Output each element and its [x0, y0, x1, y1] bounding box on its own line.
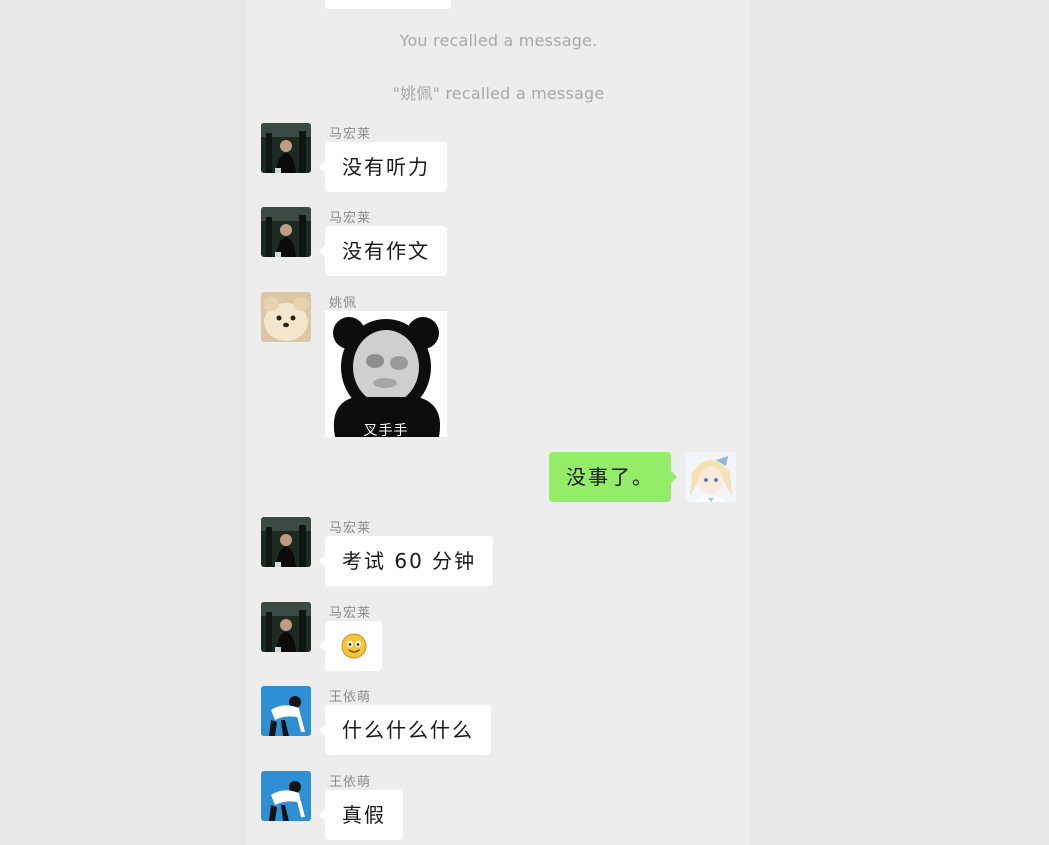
message-text: 没有作文 [342, 239, 430, 263]
message-text: 什么什么什么 [342, 718, 474, 742]
sender-name: 马宏莱 [329, 127, 372, 142]
avatar-wang-yi-meng[interactable] [261, 686, 311, 736]
sticker-image[interactable]: 叉手手 [325, 311, 447, 437]
message-text: 没事了。 [566, 465, 654, 489]
message-bubble[interactable]: 什么什么什么 [319, 705, 491, 755]
avatar-ma-hong-lai[interactable] [261, 123, 311, 173]
sender-name: 马宏莱 [329, 211, 372, 226]
panda-sticker-graphic [325, 311, 447, 437]
avatar-ma-hong-lai[interactable] [261, 602, 311, 652]
avatar-image [261, 686, 311, 736]
avatar-self[interactable] [686, 452, 736, 502]
smile-emoji-icon [341, 633, 367, 659]
recall-notice-self: You recalled a message. [399, 31, 598, 50]
avatar-yao-pei[interactable] [261, 292, 311, 342]
avatar-image [261, 517, 311, 567]
message-bubble-partial[interactable] [325, 0, 451, 9]
message-bubble[interactable]: 考试 60 分钟 [318, 536, 494, 586]
message-bubble[interactable] [319, 621, 382, 671]
avatar-image [261, 292, 311, 342]
avatar-image [261, 602, 311, 652]
avatar-image [261, 123, 311, 173]
sender-name: 姚佩 [329, 296, 358, 311]
avatar-image [261, 771, 311, 821]
message-bubble[interactable]: 没有听力 [319, 142, 447, 192]
message-text: 真假 [342, 803, 386, 827]
avatar-ma-hong-lai[interactable] [261, 517, 311, 567]
avatar-wang-yi-meng[interactable] [261, 771, 311, 821]
message-text: 考试 60 分钟 [342, 549, 477, 573]
sender-name: 马宏莱 [329, 521, 372, 536]
avatar-ma-hong-lai[interactable] [261, 207, 311, 257]
sender-name: 王依萌 [329, 775, 372, 790]
avatar-image [686, 452, 736, 502]
message-bubble[interactable]: 没有作文 [319, 226, 447, 276]
chat-panel[interactable]: You recalled a message. "姚佩" recalled a … [246, 0, 751, 845]
my-message-bubble[interactable]: 没事了。 [549, 452, 677, 502]
sticker-caption: 叉手手 [363, 423, 409, 437]
avatar-image [261, 207, 311, 257]
sender-name: 王依萌 [329, 690, 372, 705]
sender-name: 马宏莱 [329, 606, 372, 621]
message-bubble[interactable]: 真假 [319, 790, 403, 840]
recall-notice-other: "姚佩" recalled a message [392, 84, 605, 103]
message-text: 没有听力 [342, 155, 430, 179]
